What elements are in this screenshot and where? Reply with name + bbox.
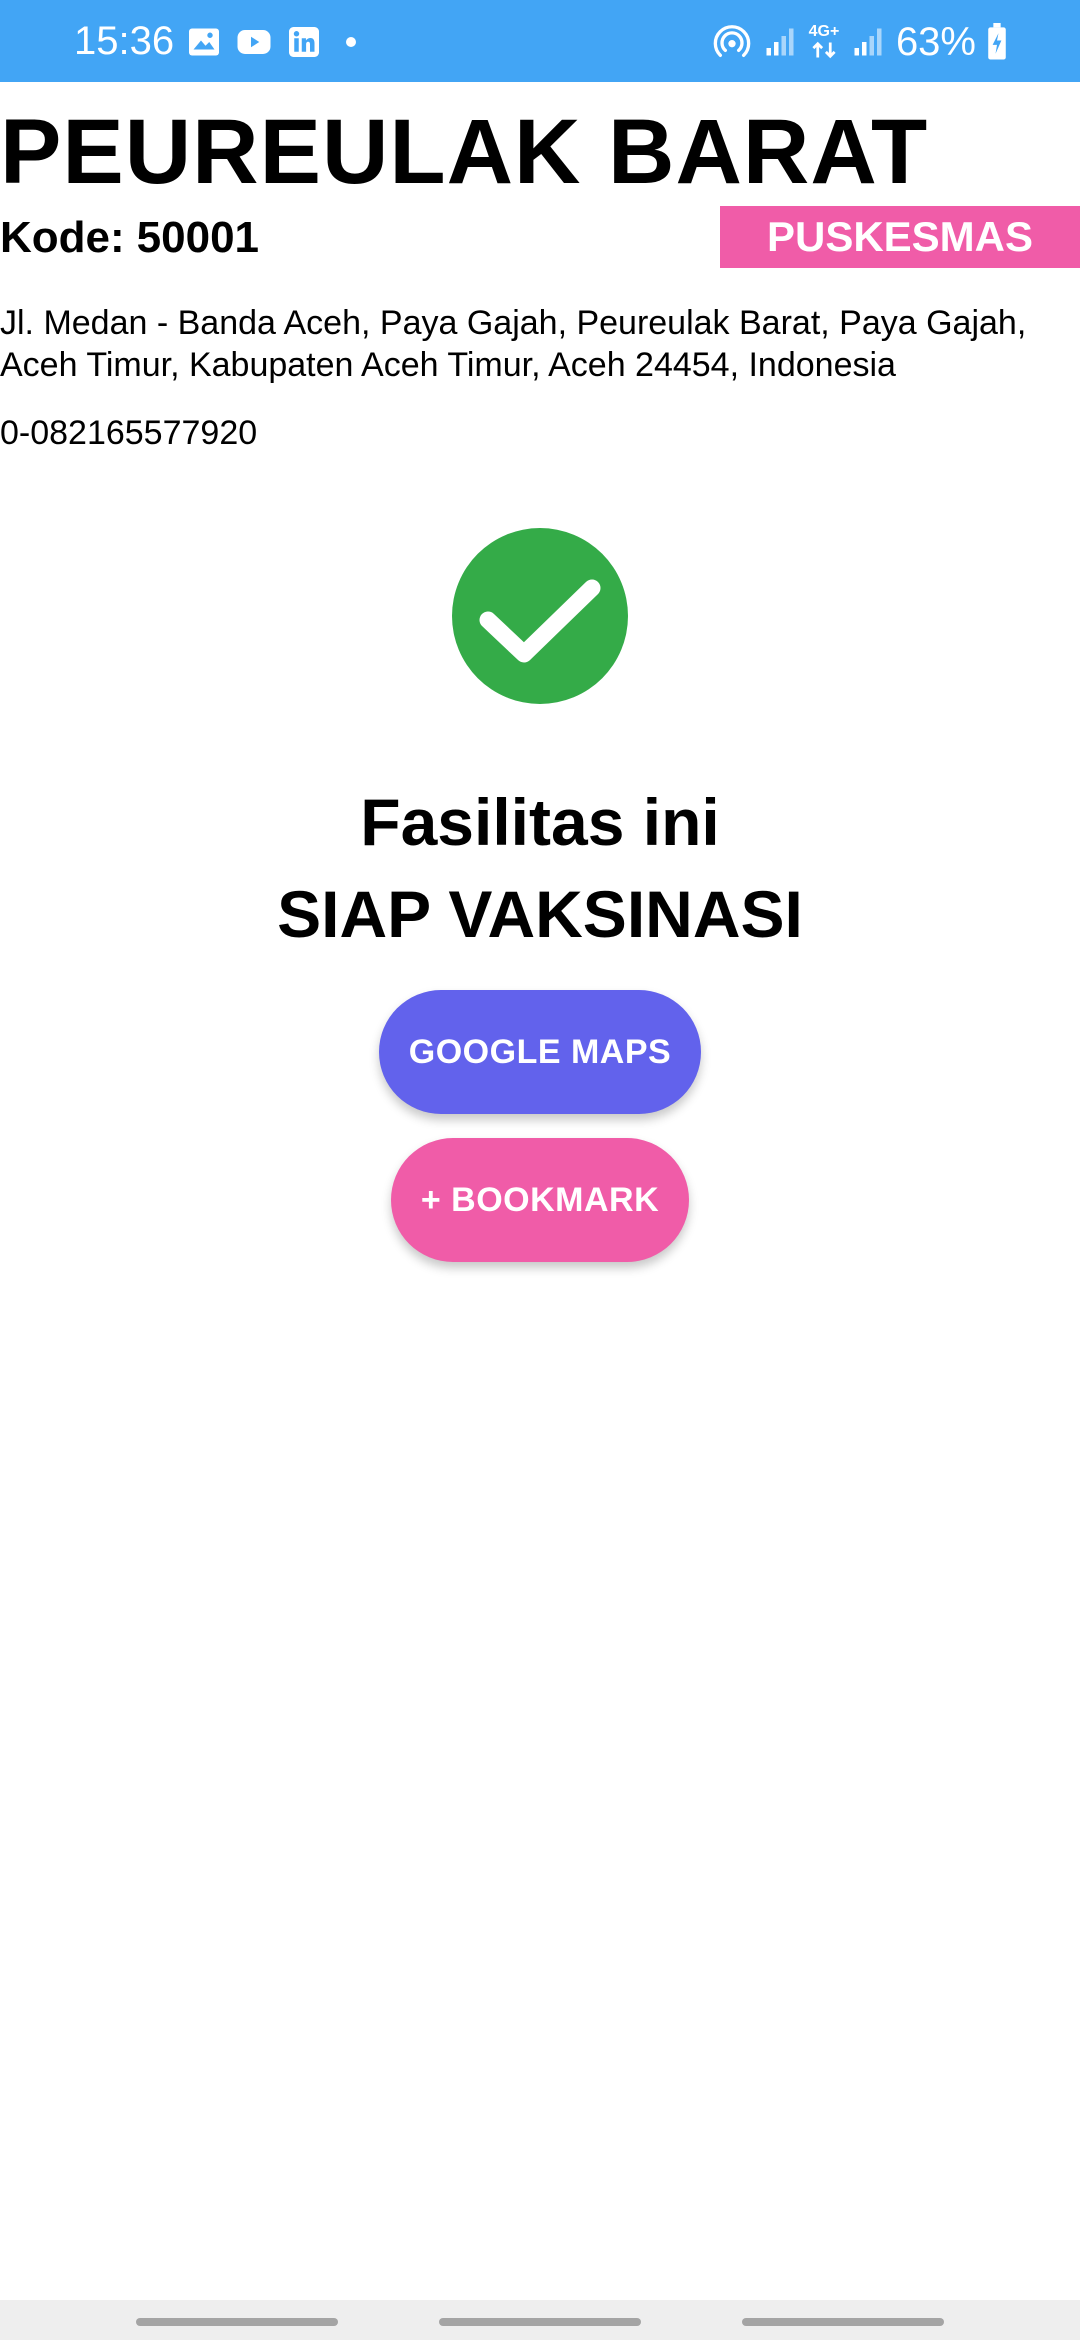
notification-icons [186, 24, 356, 60]
network-type-label: 4G+ [808, 23, 840, 40]
bookmark-button[interactable]: + BOOKMARK [391, 1138, 689, 1262]
facility-address: Jl. Medan - Banda Aceh, Paya Gajah, Peur… [0, 304, 1027, 384]
system-icons: 4G+ 63% [712, 18, 1008, 66]
nav-recents-button[interactable] [136, 2318, 338, 2326]
data-arrows-icon: 4G+ [808, 24, 840, 60]
google-maps-button[interactable]: GOOGLE MAPS [379, 990, 701, 1114]
navigation-bar [0, 2300, 1080, 2340]
youtube-icon [237, 30, 271, 54]
signal-icon [766, 28, 794, 56]
facility-code: Kode: 50001 [0, 210, 259, 266]
gallery-icon [189, 28, 219, 56]
battery-charging-icon [988, 23, 1006, 60]
nav-home-button[interactable] [439, 2318, 641, 2326]
status-line-1: Fasilitas ini [360, 785, 720, 859]
facility-name: PEUREULAK BARAT [0, 101, 929, 203]
status-time: 15:36 [74, 19, 175, 63]
hotspot-icon [713, 25, 751, 57]
facility-phone[interactable]: 0-082165577920 [0, 412, 257, 454]
vaccination-status: Fasilitas ini SIAP VAKSINASI [0, 776, 1080, 960]
notification-dot-icon [346, 37, 356, 47]
linkedin-icon [289, 27, 319, 57]
facility-type-badge: PUSKESMAS [720, 206, 1080, 268]
status-bar: 15:36 4G+ 63% [0, 0, 1080, 82]
battery-percent: 63% [895, 20, 976, 64]
status-line-2: SIAP VAKSINASI [277, 877, 803, 951]
code-label: Kode: [0, 213, 125, 262]
check-circle-icon [452, 528, 628, 704]
code-value: 50001 [136, 213, 260, 262]
signal-icon [854, 28, 882, 56]
nav-back-button[interactable] [742, 2318, 944, 2326]
